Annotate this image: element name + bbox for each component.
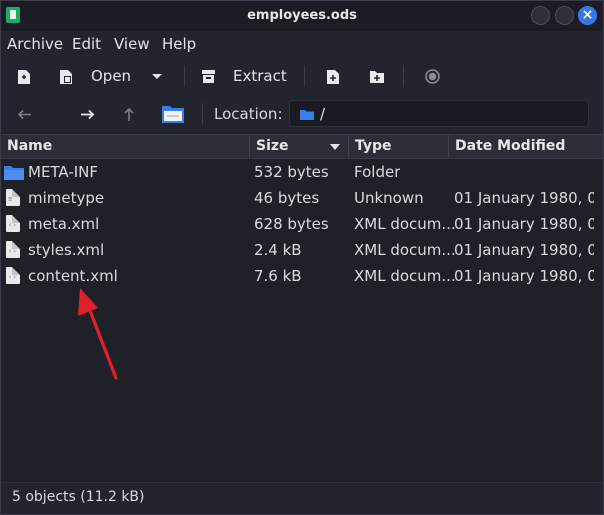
file-name: content.xml (28, 267, 118, 285)
file-date: 01 January 1980, 0... (454, 215, 594, 233)
file-name: meta.xml (28, 215, 100, 233)
minimize-button[interactable] (531, 6, 550, 25)
toolbar: Open Extract (1, 57, 603, 95)
xml-file-icon: ‹› (6, 267, 20, 284)
file-type: XML docum... (354, 215, 456, 233)
forward-arrow-icon[interactable] (80, 109, 95, 120)
maximize-button[interactable] (555, 6, 574, 25)
vertical-scrollbar[interactable] (595, 159, 603, 482)
stop-icon[interactable] (425, 69, 440, 84)
title-bar[interactable]: employees.ods × (1, 1, 603, 31)
status-bar: 5 objects (11.2 kB) (1, 482, 603, 514)
toolbar-separator (184, 65, 185, 87)
column-header-size-label: Size (256, 138, 289, 154)
window-title: employees.ods (247, 8, 357, 23)
close-button[interactable]: × (578, 6, 597, 25)
file-date: 01 January 1980, 0... (454, 189, 594, 207)
file-date: 01 January 1980, 0... (454, 241, 594, 259)
file-size: 628 bytes (254, 215, 329, 233)
menu-bar: Archive Edit View Help (1, 31, 603, 57)
sort-descending-icon (330, 144, 340, 150)
file-name: mimetype (28, 189, 105, 207)
table-row[interactable]: ‹› content.xml 7.6 kB XML docum... 01 Ja… (1, 263, 603, 289)
file-type: XML docum... (354, 241, 456, 259)
location-path: / (320, 105, 326, 123)
menu-help[interactable]: Help (162, 35, 196, 53)
file-type: XML docum... (354, 267, 456, 285)
file-name: styles.xml (28, 241, 105, 259)
archive-manager-window: employees.ods × Archive Edit View Help O… (0, 0, 604, 515)
extract-button[interactable]: Extract (233, 67, 287, 85)
column-header-date[interactable]: Date Modified (449, 135, 603, 158)
location-label: Location: (214, 105, 283, 123)
dropdown-arrow-icon[interactable] (151, 73, 163, 80)
menu-edit[interactable]: Edit (72, 35, 101, 53)
table-row[interactable]: ‹› meta.xml 628 bytes XML docum... 01 Ja… (1, 211, 603, 237)
file-size: 532 bytes (254, 163, 329, 181)
toolbar-separator (304, 65, 305, 87)
close-icon: × (581, 7, 594, 23)
table-header: Name Size Type Date Modified (1, 134, 603, 159)
toolbar-separator (202, 103, 203, 125)
up-arrow-icon[interactable] (123, 107, 135, 122)
file-size: 46 bytes (254, 189, 320, 207)
toolbar-separator (403, 65, 404, 87)
file-date: 01 January 1980, 0... (454, 267, 594, 285)
status-text: 5 objects (11.2 kB) (12, 489, 145, 505)
extract-icon[interactable] (201, 69, 216, 84)
location-bar: Location: / (1, 95, 603, 133)
file-size: 7.6 kB (254, 267, 302, 285)
folder-icon (300, 110, 314, 120)
xml-file-icon: ‹› (6, 215, 20, 232)
open-archive-icon[interactable] (59, 69, 75, 85)
add-folder-icon[interactable] (369, 69, 385, 84)
menu-view[interactable]: View (114, 35, 150, 53)
table-row[interactable]: ≡ mimetype 46 bytes Unknown 01 January 1… (1, 185, 603, 211)
back-arrow-icon[interactable] (17, 109, 32, 120)
table-row[interactable]: ‹› styles.xml 2.4 kB XML docum... 01 Jan… (1, 237, 603, 263)
file-type: Unknown (354, 189, 424, 207)
file-name: META-INF (28, 163, 99, 181)
column-header-name[interactable]: Name (1, 135, 250, 158)
table-row[interactable]: META-INF 532 bytes Folder (1, 159, 603, 185)
file-list: Name Size Type Date Modified META-INF 53… (1, 133, 603, 482)
text-file-icon: ≡ (6, 189, 20, 206)
column-header-size[interactable]: Size (250, 135, 349, 158)
new-archive-icon[interactable] (17, 69, 31, 85)
column-header-type[interactable]: Type (349, 135, 449, 158)
location-input[interactable]: / (289, 100, 589, 127)
file-type: Folder (354, 163, 401, 181)
xml-file-icon: ‹› (6, 241, 20, 258)
menu-archive[interactable]: Archive (7, 35, 63, 53)
add-file-icon[interactable] (326, 69, 340, 85)
open-button[interactable]: Open (91, 67, 131, 85)
home-folder-icon[interactable] (161, 104, 185, 124)
folder-icon (4, 166, 24, 180)
file-size: 2.4 kB (254, 241, 302, 259)
